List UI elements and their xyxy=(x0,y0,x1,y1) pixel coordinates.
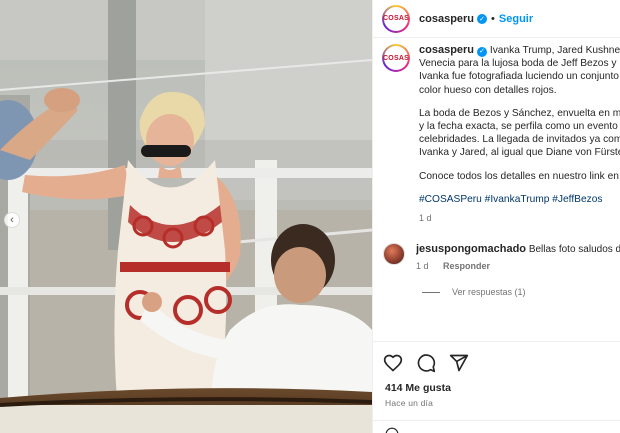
caption-line: Ivanka fue fotografiada luciendo un conj… xyxy=(419,71,619,83)
comment-text: Bellas foto saludos desd xyxy=(528,244,620,256)
profile-avatar[interactable]: COSAS xyxy=(382,4,410,33)
share-icon[interactable] xyxy=(449,353,469,373)
comment: jesuspongomachado Bellas foto saludos de… xyxy=(373,225,620,273)
commenter-avatar[interactable] xyxy=(383,243,405,266)
header-username[interactable]: cosasperu xyxy=(419,13,474,25)
post-header: COSAS cosasperu ✓ • Seguir xyxy=(373,0,620,38)
emoji-icon[interactable] xyxy=(385,427,399,433)
posted-ago[interactable]: Hace un día xyxy=(385,398,433,408)
post-photo[interactable]: ‹ xyxy=(0,0,372,433)
view-replies-button[interactable]: Ver respuestas (1) xyxy=(373,273,620,297)
post-actions xyxy=(373,341,620,373)
post-side-panel: COSAS cosasperu ✓ • Seguir COSAS cosaspe… xyxy=(372,0,620,433)
chevron-left-icon: ‹ xyxy=(10,214,14,226)
verified-badge-icon: ✓ xyxy=(477,46,488,57)
comment-icon[interactable] xyxy=(416,353,436,373)
caption-line: color hueso con detalles rojos. xyxy=(419,84,557,96)
caption-paragraph-3: Conoce todos los detalles en nuestro lin… xyxy=(419,170,620,182)
commenter-username[interactable]: jesuspongomachado xyxy=(416,243,526,255)
comment-timestamp[interactable]: 1 d xyxy=(416,261,429,271)
caption-text: cosasperu✓ Ivanka Trump, Jared Kushner y… xyxy=(419,44,620,225)
post-image xyxy=(0,0,372,433)
caption-line: Venecia para la lujosa boda de Jeff Bezo… xyxy=(419,58,620,70)
caption-timestamp[interactable]: 1 d xyxy=(419,212,620,225)
follow-button[interactable]: Seguir xyxy=(499,13,533,25)
hashtags[interactable]: #COSASPeru #IvankaTrump #JeffBezos xyxy=(419,193,620,206)
caption-paragraph-1: cosasperu✓ Ivanka Trump, Jared Kushner y… xyxy=(419,44,620,97)
caption-line: La boda de Bezos y Sánchez, envuelta en … xyxy=(419,107,620,119)
verified-badge-icon: ✓ xyxy=(477,13,488,24)
caption-avatar[interactable]: COSAS xyxy=(382,44,410,72)
reply-button[interactable]: Responder xyxy=(443,261,490,271)
caption-line: Ivanka y Jared, al igual que Diane von F… xyxy=(419,147,620,159)
brand-logo: COSAS xyxy=(383,7,409,30)
caption-line: y la fecha exacta, se perfila como un ev… xyxy=(419,121,620,133)
heart-icon[interactable] xyxy=(383,353,403,373)
caption-paragraph-2: La boda de Bezos y Sánchez, envuelta en … xyxy=(419,107,620,160)
add-comment-bar xyxy=(373,420,620,433)
view-replies-label: Ver respuestas (1) xyxy=(452,287,526,298)
brand-logo: COSAS xyxy=(383,47,409,69)
caption-username[interactable]: cosasperu xyxy=(419,44,474,56)
likes-count[interactable]: 414 Me gusta xyxy=(385,382,451,394)
caption: COSAS cosasperu ✓ Ivanka Trump, Jared Kus… xyxy=(373,38,620,225)
carousel-prev-button[interactable]: ‹ xyxy=(4,212,20,228)
caption-line: Ivanka Trump, Jared Kushner y s xyxy=(489,45,620,56)
caption-line: celebridades. La llegada de invitados ya… xyxy=(419,134,620,146)
separator-dot: • xyxy=(491,12,495,25)
replies-divider xyxy=(422,291,440,293)
